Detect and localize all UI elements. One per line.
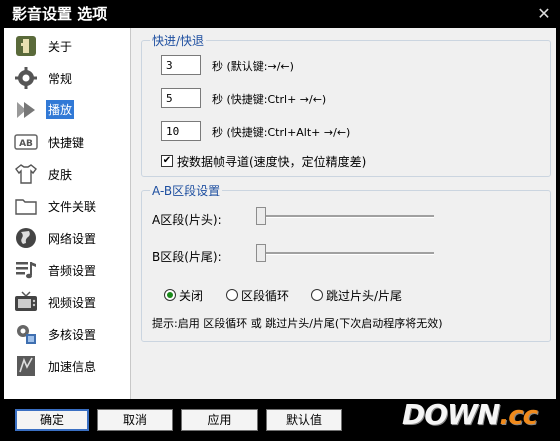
window-title: 影音设置 选项 [12, 5, 108, 23]
seek-default-input[interactable]: 3 [161, 55, 201, 75]
info-icon [16, 36, 36, 56]
content-panel: 快进/快退 3 秒 (默认键:→/←) 5 秒 (快捷键:Ctrl+ →/←) … [131, 28, 556, 399]
radio-skip-label: 跳过片头/片尾 [326, 289, 403, 303]
seek-group-title: 快进/快退 [150, 32, 207, 49]
ab-group: A-B区段设置 A区段(片头): B区段(片尾): 关闭 区段循环 跳过片头/片… [141, 182, 551, 342]
cancel-button[interactable]: 取消 [97, 409, 173, 431]
seek-default-label: 秒 (默认键:→/←) [212, 60, 294, 73]
sidebar-item-label: 多核设置 [48, 328, 97, 342]
sidebar-item-general[interactable]: 常规 [4, 62, 130, 94]
sidebar-item-label: 皮肤 [48, 168, 73, 182]
settings-window: 影音设置 选项 ✕ 关于 常规 播放 AB 快捷键 皮肤 文件关联 网络设置 音… [0, 0, 560, 441]
radio-off-label: 关闭 [179, 289, 204, 303]
sidebar-item-skins[interactable]: 皮肤 [4, 158, 130, 190]
sidebar-item-multicore[interactable]: 多核设置 [4, 318, 130, 350]
a-segment-thumb[interactable] [256, 207, 266, 225]
radio-loop[interactable] [226, 289, 238, 301]
title-bar[interactable]: 影音设置 选项 ✕ [0, 0, 560, 28]
seek-ctrl-alt-input[interactable]: 10 [161, 121, 201, 141]
ab-group-title: A-B区段设置 [150, 182, 223, 199]
sidebar-item-label: 关于 [48, 40, 73, 54]
sidebar: 关于 常规 播放 AB 快捷键 皮肤 文件关联 网络设置 音频设置 视频设置 多… [4, 28, 131, 399]
sidebar-item-label: 文件关联 [48, 200, 97, 214]
sidebar-item-label: 播放 [46, 100, 75, 119]
sidebar-item-video[interactable]: 视频设置 [4, 286, 130, 318]
watermark-suffix: .cc [499, 401, 538, 431]
keyframe-seek-checkbox[interactable]: ✔ [161, 155, 173, 167]
sidebar-item-label: 常规 [48, 72, 73, 86]
sidebar-item-network[interactable]: 网络设置 [4, 222, 130, 254]
close-button[interactable]: ✕ [534, 4, 554, 24]
seek-ctrl-input[interactable]: 5 [161, 88, 201, 108]
seek-group: 快进/快退 3 秒 (默认键:→/←) 5 秒 (快捷键:Ctrl+ →/←) … [141, 32, 551, 177]
sidebar-item-about[interactable]: 关于 [4, 30, 130, 62]
sidebar-item-file-assoc[interactable]: 文件关联 [4, 190, 130, 222]
sidebar-item-audio[interactable]: 音频设置 [4, 254, 130, 286]
b-segment-track[interactable] [256, 252, 434, 255]
b-segment-label: B区段(片尾): [152, 250, 222, 264]
watermark-logo: DOWN.cc [402, 398, 552, 436]
seek-ctrl-alt-label: 秒 (快捷键:Ctrl+Alt+ →/←) [212, 126, 351, 139]
play-icon [17, 102, 35, 118]
sidebar-item-label: 音频设置 [48, 264, 97, 278]
sidebar-item-label: 网络设置 [48, 232, 97, 246]
cores-icon [17, 325, 36, 344]
ok-button[interactable]: 确定 [15, 409, 89, 431]
audio-icon [16, 262, 36, 279]
globe-icon [16, 228, 36, 248]
sidebar-item-hotkeys[interactable]: AB 快捷键 [4, 126, 130, 158]
ab-hint-text: 提示:启用 区段循环 或 跳过片头/片尾(下次启动程序将无效) [152, 317, 443, 330]
sidebar-item-playback[interactable]: 播放 [4, 94, 130, 126]
apply-button[interactable]: 应用 [181, 409, 258, 431]
default-button[interactable]: 默认值 [266, 409, 342, 431]
keyframe-seek-label: 按数据帧寻道(速度快，定位精度差) [177, 155, 367, 169]
seek-ctrl-label: 秒 (快捷键:Ctrl+ →/←) [212, 93, 327, 106]
watermark-main: DOWN [402, 398, 500, 431]
gear-icon [15, 67, 37, 89]
sidebar-item-label: 快捷键 [48, 136, 85, 150]
a-segment-label: A区段(片头): [152, 213, 222, 227]
svg-text:AB: AB [19, 139, 33, 149]
a-segment-track[interactable] [256, 215, 434, 218]
tv-icon [15, 291, 37, 311]
b-segment-thumb[interactable] [256, 244, 266, 262]
accel-icon [17, 356, 35, 376]
radio-loop-label: 区段循环 [241, 289, 290, 303]
sidebar-item-label: 加速信息 [48, 360, 97, 374]
sidebar-item-label: 视频设置 [48, 296, 97, 310]
folder-icon [15, 199, 37, 215]
radio-off[interactable] [164, 289, 176, 301]
sidebar-item-acceleration[interactable]: 加速信息 [4, 350, 130, 382]
keyboard-icon: AB [14, 134, 38, 150]
radio-skip[interactable] [311, 289, 323, 301]
shirt-icon [15, 164, 37, 184]
